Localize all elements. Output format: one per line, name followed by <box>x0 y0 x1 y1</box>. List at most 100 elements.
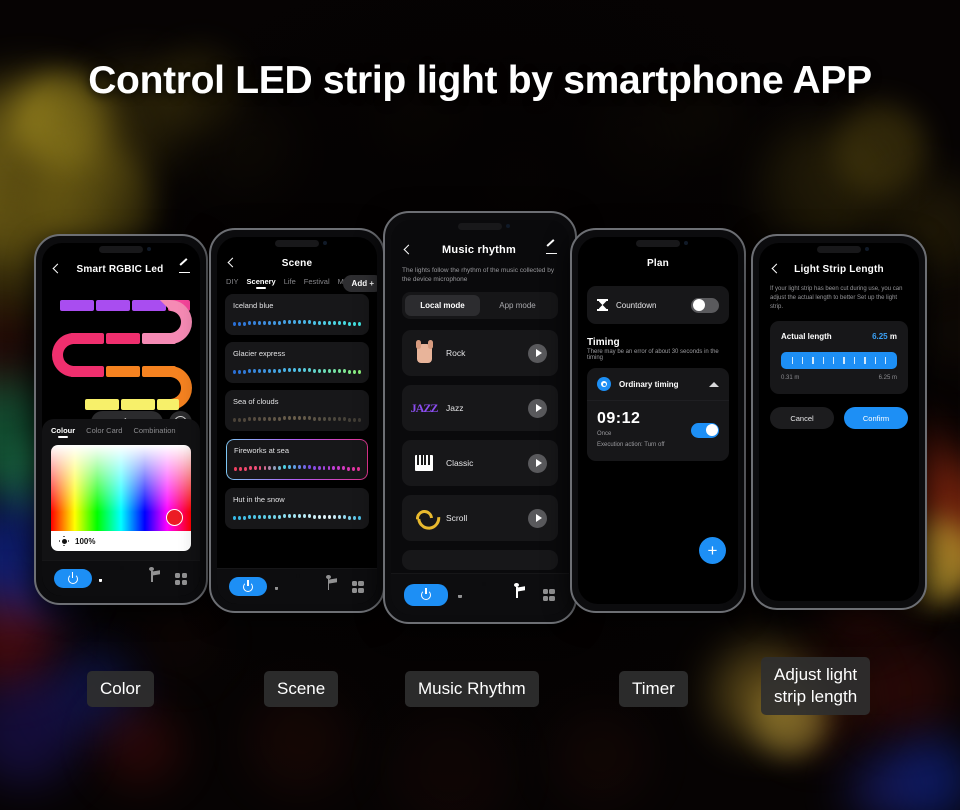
strip-segment <box>70 366 104 377</box>
countdown-row[interactable]: Countdown <box>587 286 729 324</box>
page-title-music: Music rhythm <box>442 244 516 256</box>
scene-dot <box>312 465 316 470</box>
appbar-color: Smart RGBIC Led <box>42 256 200 282</box>
pencil-icon[interactable] <box>545 244 558 257</box>
scene-dot <box>278 320 281 325</box>
scene-dot <box>293 514 296 519</box>
caption-strip-length: Adjust light strip length <box>761 657 871 715</box>
led-strip-preview <box>42 286 200 436</box>
scene-dot <box>322 465 326 470</box>
play-icon[interactable] <box>528 508 547 528</box>
scene-dots <box>233 414 361 422</box>
bulb-icon[interactable] <box>460 587 475 602</box>
timing-toggle[interactable] <box>691 422 719 438</box>
back-icon[interactable] <box>770 264 781 275</box>
timing-heading: Timing <box>587 337 620 348</box>
mode-app[interactable]: App mode <box>480 295 555 316</box>
brightness-icon <box>59 536 69 546</box>
slider-max-label: 6.25 m <box>878 375 897 381</box>
color-picker-handle[interactable] <box>166 509 183 526</box>
back-icon[interactable] <box>51 264 62 275</box>
color-tabs: Colour Color Card Combination <box>51 426 191 438</box>
pencil-icon[interactable] <box>178 263 191 276</box>
play-icon[interactable] <box>528 453 547 473</box>
actual-length-unit: m <box>889 332 897 341</box>
scene-dot <box>258 417 261 422</box>
play-icon[interactable] <box>528 398 547 418</box>
scene-dot <box>288 368 291 373</box>
grid-icon[interactable] <box>541 587 556 602</box>
confirm-button[interactable]: Confirm <box>844 407 908 429</box>
phone-music-rhythm: Music rhythm The lights follow the rhyth… <box>383 211 577 624</box>
power-icon[interactable] <box>228 577 267 596</box>
list-item-classic[interactable]: Classic <box>402 440 558 486</box>
scene-dot <box>323 514 326 519</box>
scene-dot <box>328 368 331 373</box>
scene-dot <box>288 320 291 325</box>
tab-scenery[interactable]: Scenery <box>247 277 276 289</box>
list-item-scroll[interactable]: Scroll <box>402 495 558 541</box>
scene-dot <box>337 466 341 471</box>
tab-colour[interactable]: Colour <box>51 426 75 438</box>
phone-notch <box>99 246 143 253</box>
scene-dot <box>293 320 296 325</box>
bulb-icon[interactable] <box>276 579 291 594</box>
music-icon[interactable] <box>149 567 164 586</box>
grid-icon[interactable] <box>350 579 365 594</box>
list-item-partial[interactable] <box>402 550 558 570</box>
tab-diy[interactable]: DIY <box>226 277 239 289</box>
brightness-slider[interactable]: 100% <box>51 531 191 551</box>
scene-dot <box>258 515 261 520</box>
tab-combination[interactable]: Combination <box>133 426 175 438</box>
mode-local[interactable]: Local mode <box>405 295 480 316</box>
scene-card[interactable]: Sea of clouds <box>225 390 369 431</box>
scene-card-selected[interactable]: Fireworks at sea <box>225 438 369 481</box>
scene-dot <box>348 515 351 520</box>
tab-color-card[interactable]: Color Card <box>86 426 122 438</box>
scene-dot <box>248 321 251 326</box>
back-icon[interactable] <box>226 258 237 269</box>
play-icon[interactable] <box>528 343 547 363</box>
scene-dot <box>317 465 321 470</box>
scene-dot <box>263 368 266 373</box>
add-scene-button[interactable]: Add + <box>342 275 377 292</box>
phone-notch <box>275 240 319 247</box>
scene-dot <box>318 416 321 421</box>
countdown-toggle[interactable] <box>691 297 719 313</box>
timing-card-header[interactable]: Ordinary timing <box>587 368 729 400</box>
bottom-nav-scene <box>217 568 377 604</box>
strip-segment <box>121 399 155 410</box>
scene-dot <box>248 515 251 520</box>
caret-up-icon[interactable] <box>709 381 719 387</box>
list-item-rock[interactable]: Rock <box>402 330 558 376</box>
grid-icon[interactable] <box>173 571 188 586</box>
scene-dot <box>338 417 341 422</box>
strip-segment <box>142 333 176 344</box>
scene-card[interactable]: Glacier express <box>225 342 369 383</box>
scene-dot <box>238 515 241 520</box>
palette-icon[interactable] <box>301 579 316 594</box>
tab-festival[interactable]: Festival <box>304 277 330 289</box>
timing-repeat: Once <box>597 431 612 437</box>
list-item-label: Scroll <box>446 513 468 523</box>
power-icon[interactable] <box>53 569 92 588</box>
timing-entry[interactable]: 09:12 Once Execution action: Turn off <box>587 400 729 461</box>
list-item-jazz[interactable]: JAZZ Jazz <box>402 385 558 431</box>
scene-dot <box>298 416 301 421</box>
power-icon[interactable] <box>404 583 448 606</box>
cancel-button[interactable]: Cancel <box>770 407 834 429</box>
back-icon[interactable] <box>402 245 413 256</box>
music-icon[interactable] <box>325 575 341 594</box>
length-slider[interactable] <box>781 352 897 369</box>
add-timer-button[interactable]: + <box>699 537 726 564</box>
palette-icon[interactable] <box>125 571 140 586</box>
palette-icon[interactable] <box>487 587 502 602</box>
music-icon[interactable] <box>514 583 529 602</box>
tab-life[interactable]: Life <box>284 277 296 289</box>
timer-circle-icon <box>597 377 611 391</box>
scene-card[interactable]: Iceland blue <box>225 294 369 335</box>
scene-card[interactable]: Hut in the snow <box>225 488 369 529</box>
bulb-icon[interactable] <box>101 571 116 586</box>
color-picker-area[interactable] <box>51 445 191 531</box>
countdown-label: Countdown <box>616 300 657 310</box>
